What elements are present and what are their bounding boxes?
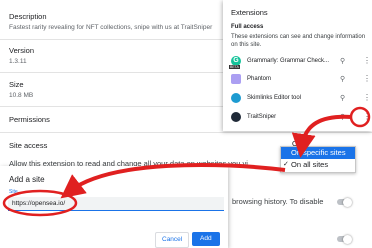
highlight-circle-input	[2, 189, 78, 217]
highlight-circle-menu	[349, 106, 371, 128]
arrow-to-input	[60, 162, 286, 199]
arrow-to-dropdown	[291, 114, 353, 158]
annotation-overlay	[2, 106, 371, 217]
